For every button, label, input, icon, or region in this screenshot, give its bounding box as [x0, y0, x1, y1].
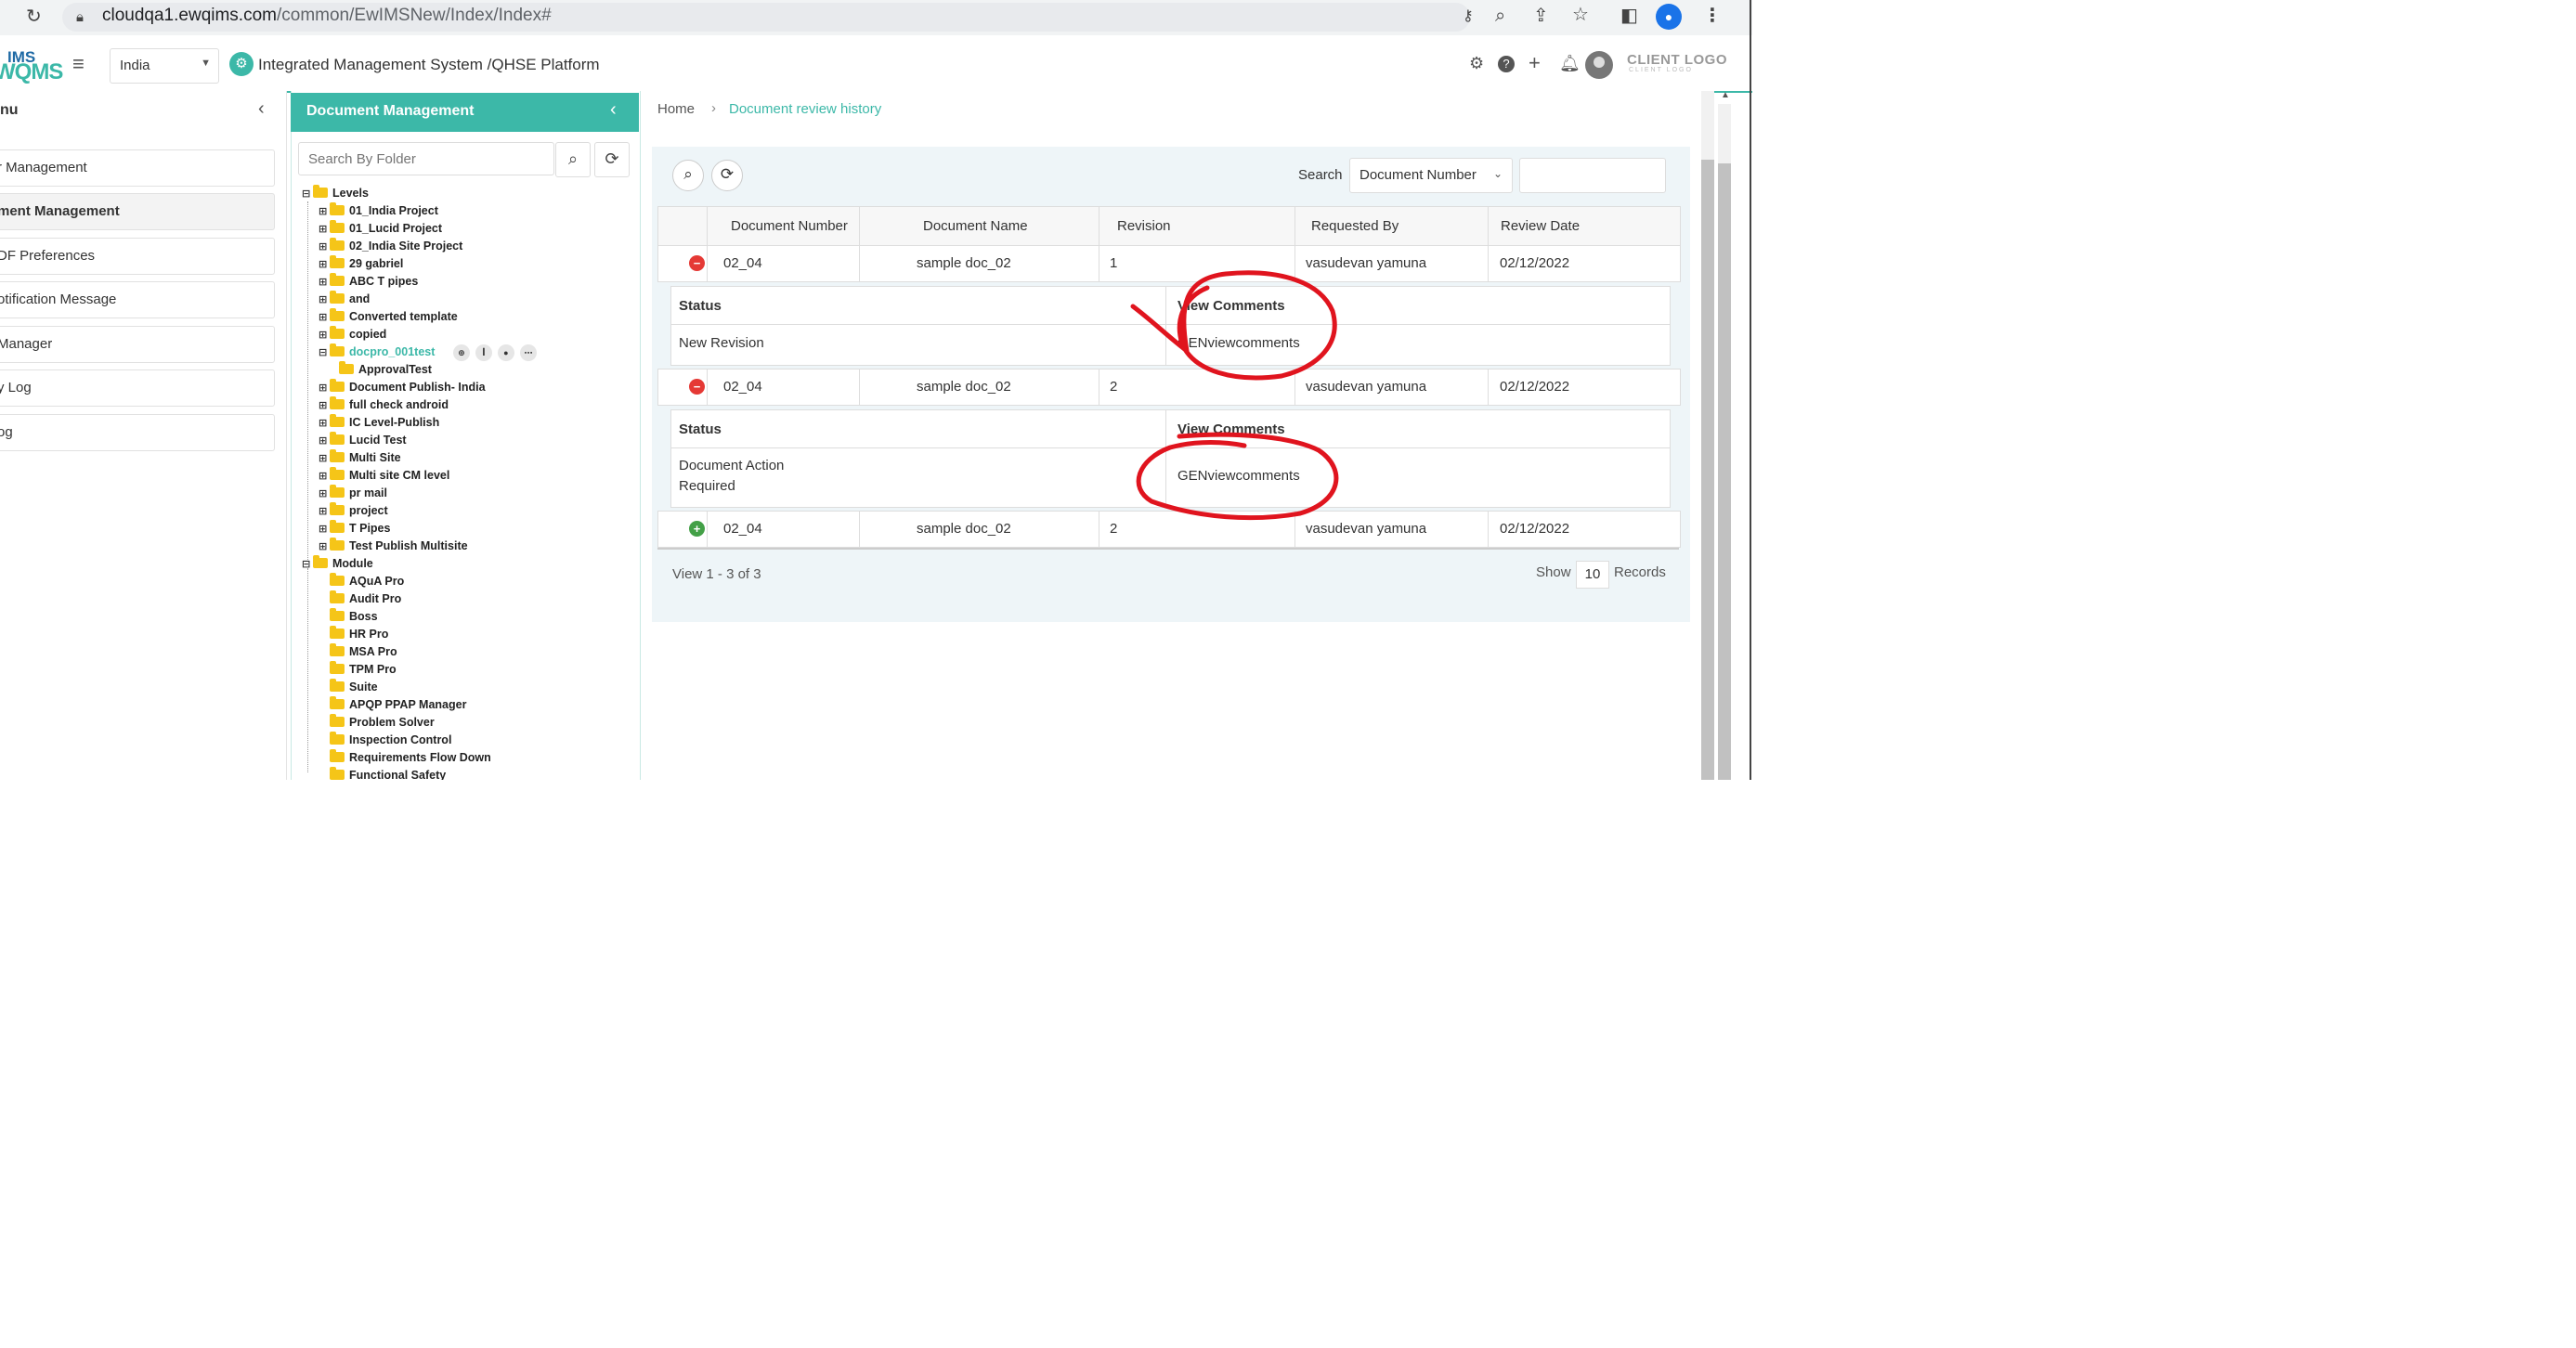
page-scrollbar-thumb[interactable]: [1718, 163, 1731, 780]
scroll-up-icon[interactable]: ▲: [1721, 90, 1730, 100]
inner-scrollbar-thumb[interactable]: [1701, 160, 1714, 780]
annotation-overlay: [1130, 270, 1339, 521]
annotation-circle: [1130, 270, 1337, 381]
app-window: ↻ 🔒︎ cloudqa1.ewqims.com/common/EwIMSNew…: [0, 0, 1752, 780]
annotation-circle: [1136, 432, 1339, 521]
window-edge: [1750, 0, 1751, 780]
